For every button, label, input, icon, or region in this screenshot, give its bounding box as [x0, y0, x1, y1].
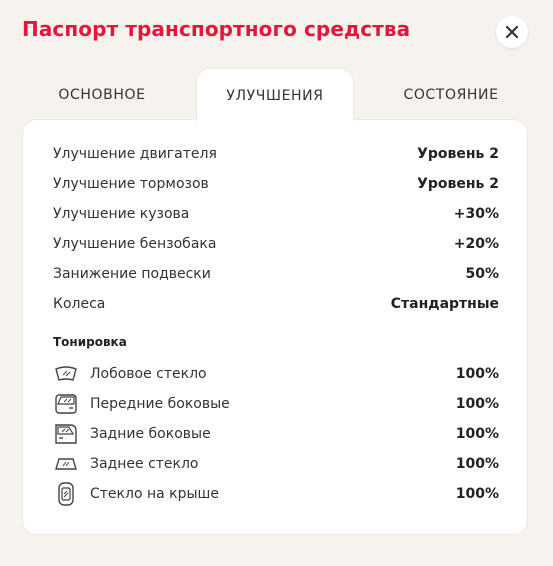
- rear-side-window-icon: [53, 423, 79, 445]
- tint-value: 100%: [455, 426, 499, 442]
- tint-row-rear-window: Заднее стекло 100%: [53, 453, 499, 475]
- upgrade-label: Улучшение бензобака: [53, 236, 217, 252]
- roof-glass-icon: [53, 482, 79, 506]
- upgrade-label: Улучшение тормозов: [53, 176, 209, 192]
- tint-row-windshield: Лобовое стекло 100%: [53, 363, 499, 385]
- upgrade-label: Улучшение двигателя: [53, 146, 217, 162]
- upgrade-row-wheels: Колеса Стандартные: [53, 293, 499, 315]
- tint-label: Лобовое стекло: [90, 366, 207, 382]
- upgrade-row-brakes: Улучшение тормозов Уровень 2: [53, 173, 499, 195]
- close-icon: [506, 26, 518, 38]
- tint-label: Заднее стекло: [90, 456, 199, 472]
- tint-value: 100%: [455, 396, 499, 412]
- tint-row-front-side: Передние боковые 100%: [53, 393, 499, 415]
- upgrade-value: +20%: [453, 236, 499, 252]
- upgrade-value: +30%: [453, 206, 499, 222]
- tab-bar: ОСНОВНОЕ УЛУЧШЕНИЯ СОСТОЯНИЕ: [22, 68, 528, 121]
- windshield-icon: [53, 363, 79, 385]
- tint-value: 100%: [455, 486, 499, 502]
- tint-value: 100%: [455, 366, 499, 382]
- close-button[interactable]: [496, 16, 528, 48]
- upgrade-row-fuel-tank: Улучшение бензобака +20%: [53, 233, 499, 255]
- front-side-window-icon: [53, 393, 79, 415]
- rear-window-icon: [53, 453, 79, 475]
- modal-title: Паспорт транспортного средства: [22, 17, 411, 41]
- tint-row-roof-glass: Стекло на крыше 100%: [53, 482, 499, 506]
- upgrade-value: Стандартные: [390, 296, 499, 312]
- upgrade-row-engine: Улучшение двигателя Уровень 2: [53, 143, 499, 165]
- tab-basic[interactable]: ОСНОВНОЕ: [22, 68, 182, 120]
- upgrade-label: Колеса: [53, 296, 106, 312]
- upgrade-label: Улучшение кузова: [53, 206, 190, 222]
- tab-condition[interactable]: СОСТОЯНИЕ: [374, 68, 528, 120]
- upgrade-value: Уровень 2: [417, 176, 499, 192]
- upgrade-value: Уровень 2: [417, 146, 499, 162]
- upgrade-row-suspension: Занижение подвески 50%: [53, 263, 499, 285]
- tab-upgrades[interactable]: УЛУЧШЕНИЯ: [196, 68, 354, 121]
- tint-label: Задние боковые: [90, 426, 211, 442]
- tint-label: Передние боковые: [90, 396, 230, 412]
- tint-label: Стекло на крыше: [90, 486, 219, 502]
- upgrade-value: 50%: [465, 266, 499, 282]
- vehicle-passport-modal: Паспорт транспортного средства ОСНОВНОЕ …: [0, 0, 553, 566]
- upgrade-row-body: Улучшение кузова +30%: [53, 203, 499, 225]
- tinting-section-title: Тонировка: [53, 335, 127, 349]
- tint-row-rear-side: Задние боковые 100%: [53, 423, 499, 445]
- upgrades-panel: Улучшение двигателя Уровень 2 Улучшение …: [22, 119, 528, 535]
- upgrade-label: Занижение подвески: [53, 266, 211, 282]
- tint-value: 100%: [455, 456, 499, 472]
